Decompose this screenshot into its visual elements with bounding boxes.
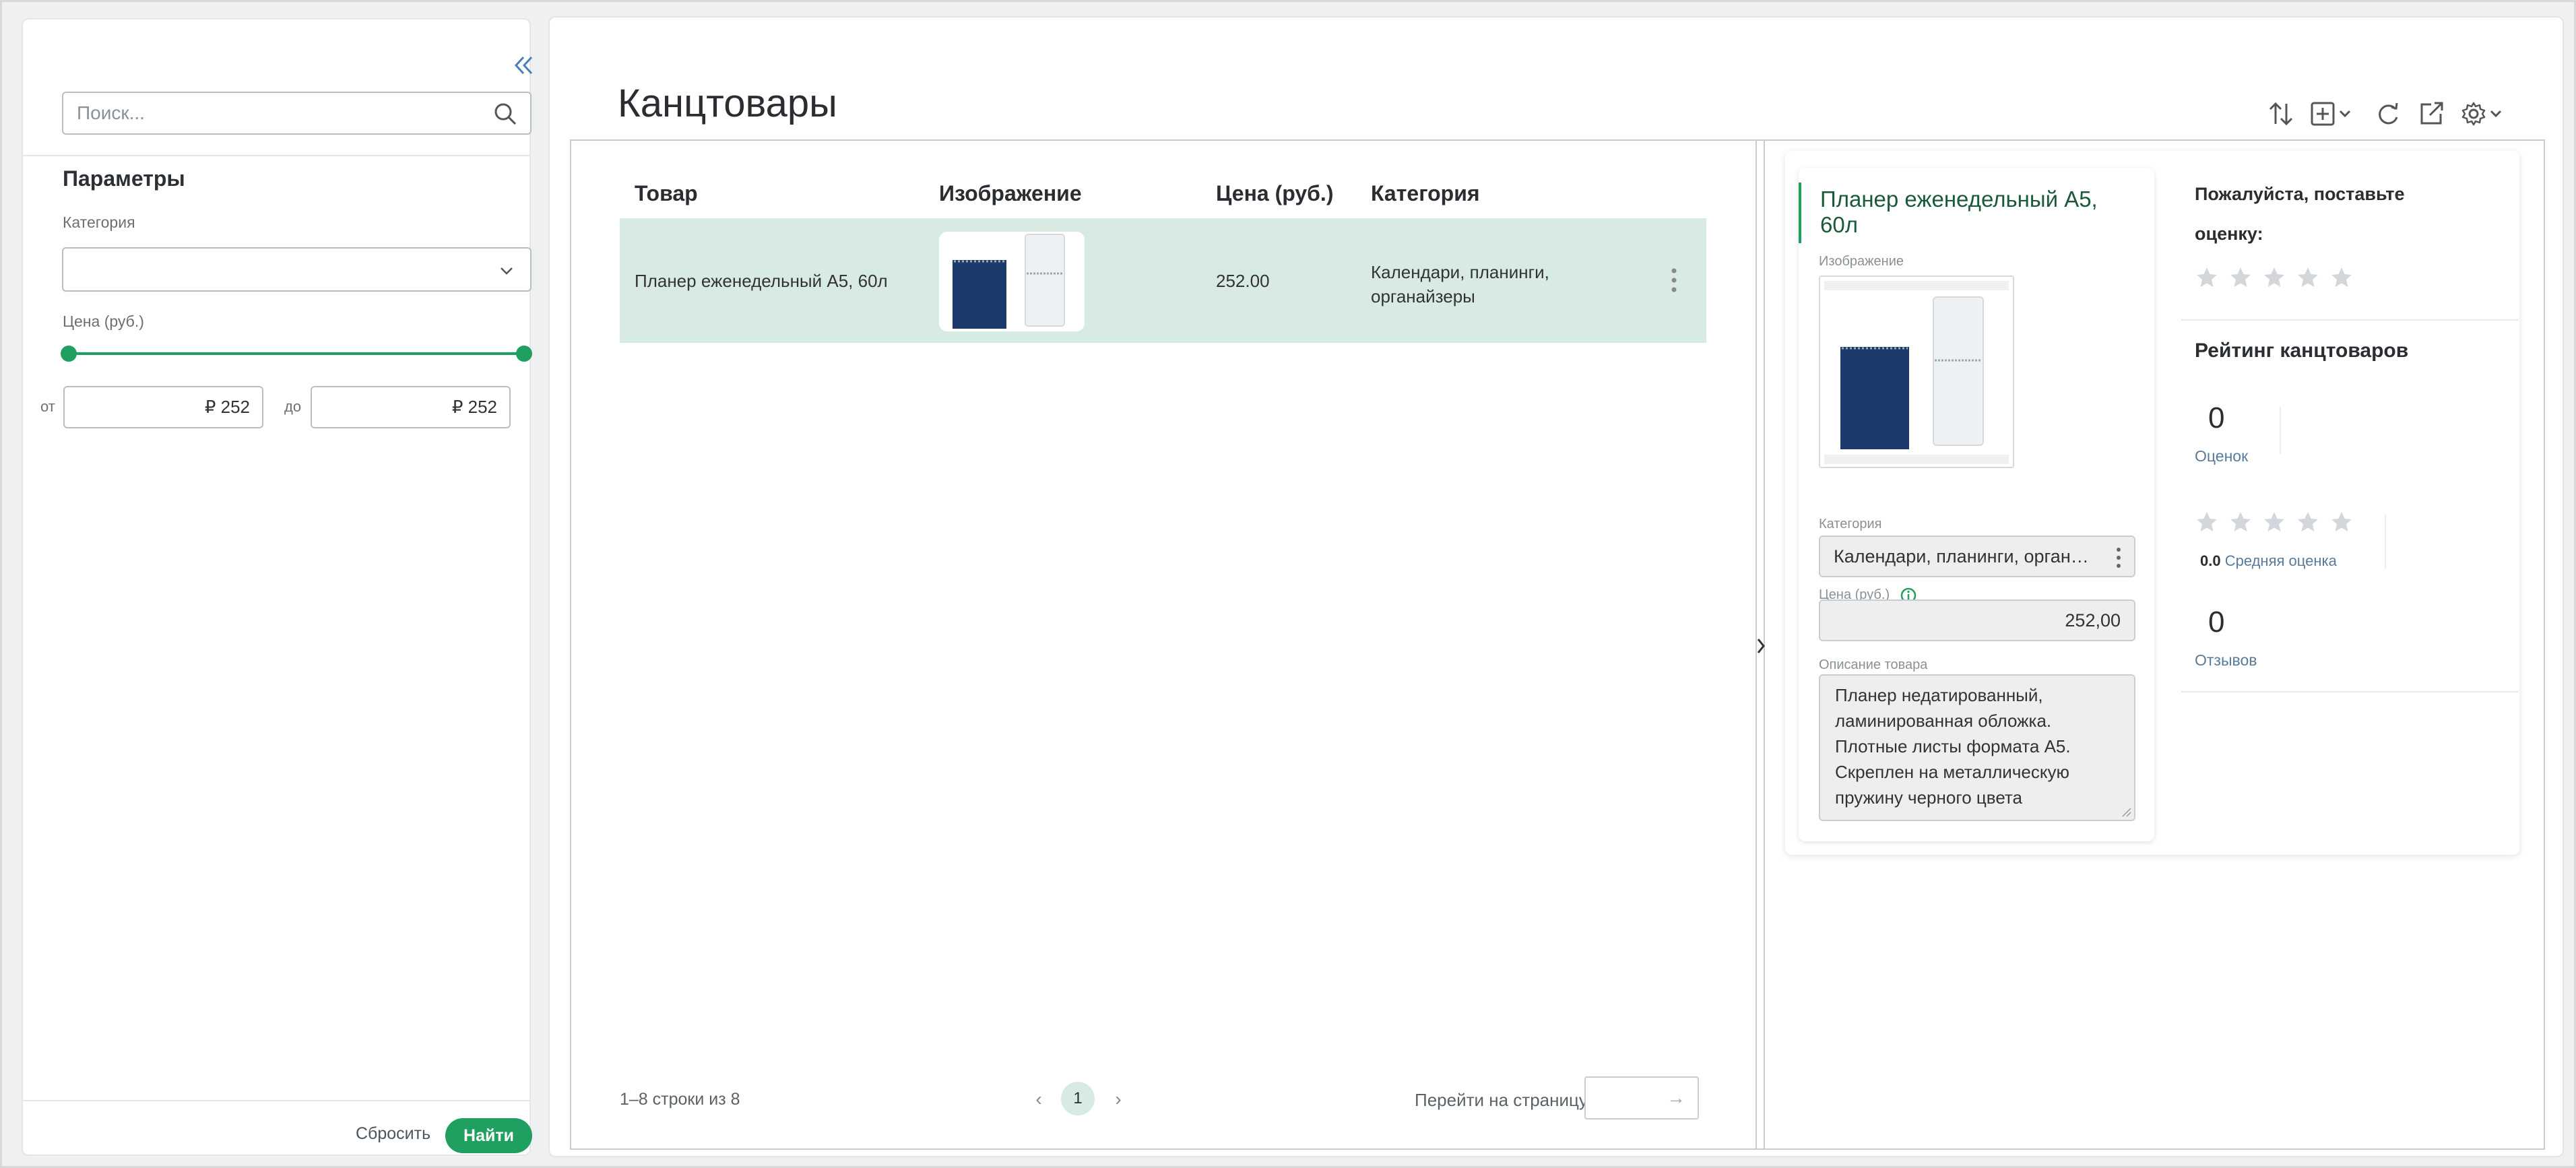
price-to-input[interactable]: ₽ 252 — [311, 386, 511, 428]
add-icon — [2311, 102, 2351, 126]
divider — [2280, 407, 2281, 454]
product-card: Планер еженедельный А5, 60л Изображение — [1799, 168, 2154, 841]
page-title: Канцтовары — [618, 82, 837, 125]
search-input[interactable] — [77, 93, 481, 133]
ratings-label: Оценок — [2195, 447, 2249, 465]
description-field[interactable]: Планер недатированный, ламинированная об… — [1819, 674, 2135, 821]
star-icon — [2264, 512, 2284, 531]
slider-min-handle[interactable] — [61, 346, 77, 362]
add-button[interactable] — [2307, 97, 2360, 131]
filter-sidebar: Параметры Категория Цена (руб.) от ₽ 252… — [22, 18, 533, 1156]
average-rating: 0.0 Средняя оценка — [2200, 552, 2337, 570]
resize-grip-icon[interactable] — [2121, 806, 2131, 817]
pane-splitter[interactable] — [1756, 141, 1765, 1148]
main-panel: Канцтовары Товар Изображение Цена (руб.)… — [548, 16, 2564, 1157]
price-cell: 252.00 — [1216, 271, 1270, 291]
description-text: Планер недатированный, ламинированная об… — [1835, 685, 2071, 808]
star-icon[interactable] — [2228, 265, 2253, 290]
description-label: Описание товара — [1819, 657, 1928, 672]
table-row[interactable]: Планер еженедельный А5, 60л 252.00 Кален… — [620, 218, 1706, 343]
star-icon — [2230, 512, 2251, 531]
refresh-icon — [2379, 102, 2398, 125]
price-range-slider[interactable] — [61, 346, 532, 362]
detail-container: Планер еженедельный А5, 60л Изображение — [1785, 151, 2519, 855]
category-select[interactable] — [62, 247, 532, 292]
reviews-label: Отзывов — [2195, 651, 2257, 669]
star-icon[interactable] — [2296, 265, 2320, 290]
gear-icon — [2461, 102, 2502, 126]
reviews-count: 0 — [2208, 606, 2225, 639]
image-label: Изображение — [1819, 254, 1904, 269]
refresh-button[interactable] — [2369, 97, 2409, 131]
divider — [23, 1100, 529, 1101]
category-cell: Календари, планинги, органайзеры — [1371, 262, 1549, 306]
slider-max-handle[interactable] — [516, 346, 532, 362]
more-vertical-icon[interactable] — [1669, 267, 1679, 294]
accent-bar — [1799, 183, 1801, 243]
divider — [2181, 319, 2518, 321]
search-field[interactable] — [62, 92, 532, 135]
grid-footer: 1–8 строки из 8 ‹ 1 › Перейти на страниц… — [620, 1076, 1706, 1124]
from-label: от — [40, 398, 55, 415]
ratings-count: 0 — [2208, 401, 2225, 434]
star-icon[interactable] — [2195, 265, 2219, 290]
arrow-right-icon[interactable]: → — [1667, 1087, 1685, 1109]
find-button[interactable]: Найти — [445, 1118, 532, 1153]
divider — [23, 155, 529, 156]
star-icon — [2197, 512, 2217, 531]
average-value: 0.0 — [2200, 552, 2221, 569]
column-header-price[interactable]: Цена (руб.) — [1216, 181, 1333, 206]
rating-panel: Пожалуйста, поставьте оценку: Рейтинг ка… — [2181, 151, 2518, 824]
prev-page-icon[interactable]: ‹ — [1031, 1089, 1047, 1109]
sort-button[interactable] — [2261, 97, 2301, 131]
card-title: Планер еженедельный А5, 60л — [1820, 187, 2098, 237]
star-icon[interactable] — [2329, 265, 2354, 290]
category-label: Категория — [1819, 517, 1882, 531]
to-label: до — [284, 398, 302, 415]
goto-page-label: Перейти на страницу — [1415, 1090, 1588, 1110]
next-page-icon[interactable]: › — [1110, 1089, 1126, 1109]
star-icon[interactable] — [2262, 265, 2286, 290]
star-icon — [2331, 512, 2352, 531]
reset-button[interactable]: Сбросить — [356, 1124, 430, 1144]
price-field[interactable]: 252,00 — [1819, 599, 2135, 641]
product-image[interactable] — [1819, 275, 2014, 468]
data-grid: Товар Изображение Цена (руб.) Категория … — [571, 141, 1756, 1148]
params-title: Параметры — [63, 166, 185, 191]
toolbar — [2261, 97, 2530, 131]
app-window: Параметры Категория Цена (руб.) от ₽ 252… — [0, 0, 2576, 1168]
detail-pane: Планер еженедельный А5, 60л Изображение — [1765, 141, 2545, 1148]
search-icon[interactable] — [492, 101, 518, 127]
category-label: Категория — [63, 214, 135, 231]
divider — [2181, 691, 2518, 692]
more-vertical-icon[interactable] — [2115, 546, 2122, 569]
user-rating-stars[interactable] — [2195, 265, 2363, 292]
chevron-down-icon — [501, 267, 513, 275]
settings-button[interactable] — [2456, 97, 2517, 131]
export-button[interactable] — [2412, 97, 2453, 131]
rate-prompt: Пожалуйста, поставьте оценку: — [2195, 184, 2405, 244]
rows-info: 1–8 строки из 8 — [620, 1090, 740, 1109]
rating-title: Рейтинг канцтоваров — [2195, 339, 2409, 362]
goto-page-input[interactable]: → — [1584, 1076, 1699, 1120]
column-header-category[interactable]: Категория — [1371, 181, 1480, 206]
average-label: Средняя оценка — [2224, 552, 2337, 569]
average-rating-stars — [2195, 510, 2363, 537]
category-value: Календари, планинги, органайзеры — [1834, 546, 2133, 566]
product-thumbnail — [939, 232, 1085, 331]
collapse-sidebar-icon[interactable] — [510, 52, 537, 79]
column-header-product[interactable]: Товар — [635, 181, 698, 206]
product-cell: Планер еженедельный А5, 60л — [635, 271, 888, 291]
category-field[interactable]: Календари, планинги, органайзеры — [1819, 536, 2135, 577]
export-icon — [2420, 102, 2443, 125]
divider — [2385, 515, 2386, 569]
price-label: Цена (руб.) — [63, 313, 144, 330]
page-1-button[interactable]: 1 — [1061, 1082, 1095, 1115]
star-icon — [2298, 512, 2318, 531]
column-header-image[interactable]: Изображение — [939, 181, 1082, 206]
sort-icon — [2269, 102, 2293, 126]
content-area: Товар Изображение Цена (руб.) Категория … — [570, 139, 2545, 1150]
price-from-input[interactable]: ₽ 252 — [63, 386, 263, 428]
